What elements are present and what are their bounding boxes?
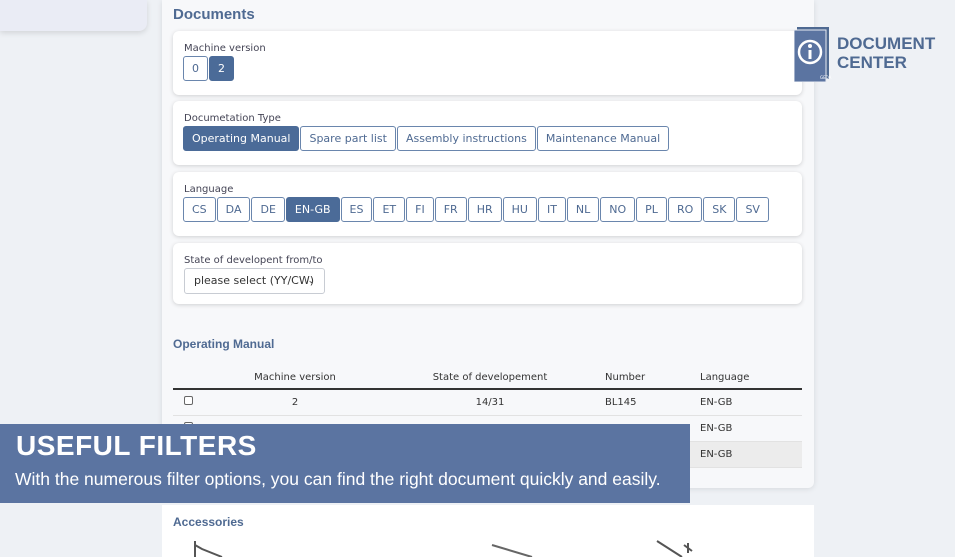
language-option-en-gb[interactable]: EN-GB: [285, 197, 340, 222]
machine-version-option-2[interactable]: 2: [209, 56, 234, 81]
info-book-icon: GEDA: [794, 27, 832, 82]
operating-manual-title: Operating Manual: [173, 337, 275, 351]
language-buttons: CS DA DE EN-GB ES ET FI FR HR HU IT NL NO PL RO SK SV: [183, 197, 769, 222]
table-header-select: [173, 366, 203, 390]
language-option-fi[interactable]: FI: [406, 197, 434, 222]
row-language: EN-GB: [692, 389, 802, 416]
state-select[interactable]: please select (YY/CW) ⌄: [184, 268, 325, 294]
logo-badge: GEDA: [820, 75, 832, 80]
document-center-logo: GEDA DOCUMENT CENTER: [794, 26, 936, 82]
language-option-da[interactable]: DA: [216, 197, 251, 222]
table-header-machine-version: Machine version: [203, 366, 387, 390]
language-option-cs[interactable]: CS: [183, 197, 216, 222]
machine-version-card: Machine version 02: [173, 31, 802, 95]
accessory-thumbnail-2[interactable]: [491, 544, 533, 557]
language-label: Language: [184, 184, 234, 195]
table-header-row: Machine version State of developement Nu…: [173, 366, 802, 390]
banner-title: USEFUL FILTERS: [16, 430, 257, 461]
state-card: State of developent from/to please selec…: [173, 243, 802, 304]
doc-type-option-operating-manual[interactable]: Operating Manual: [183, 126, 300, 151]
machine-version-label: Machine version: [184, 43, 266, 54]
state-label: State of developent from/to: [184, 255, 323, 266]
accessory-thumbnail-1[interactable]: [194, 541, 223, 557]
banner-text: With the numerous filter options, you ca…: [15, 469, 661, 489]
language-option-pl[interactable]: PL: [636, 197, 667, 222]
language-option-hr[interactable]: HR: [467, 197, 502, 222]
language-option-sv[interactable]: SV: [736, 197, 769, 222]
state-select-value: please select (YY/CW): [194, 274, 315, 287]
feature-banner: USEFUL FILTERS With the numerous filter …: [0, 424, 690, 503]
row-select-cell: [173, 389, 203, 416]
row-checkbox[interactable]: [183, 396, 193, 406]
doc-type-card: Documetation Type Operating Manual Spare …: [173, 101, 802, 165]
machine-version-option-0[interactable]: 0: [183, 56, 208, 81]
doc-type-option-assembly-instructions[interactable]: Assembly instructions: [396, 126, 536, 151]
table-header-state: State of developement: [387, 366, 593, 390]
row-machine-version: 2: [203, 389, 387, 416]
row-number: BL145: [593, 389, 692, 416]
accessories-panel: Accessories: [162, 505, 814, 557]
table-header-language: Language: [692, 366, 802, 390]
doc-type-option-spare-part-list[interactable]: Spare part list: [300, 126, 396, 151]
documents-panel: Documents Machine version 02 Documetatio…: [162, 0, 814, 488]
logo-line2: CENTER: [837, 53, 907, 72]
doc-type-buttons: Operating Manual Spare part list Assembly …: [183, 126, 670, 151]
accessories-thumbnails: [194, 540, 693, 557]
doc-type-label: Documetation Type: [184, 113, 281, 124]
accessory-thumbnail-3[interactable]: [656, 540, 693, 557]
table-row[interactable]: 2 14/31 BL145 EN-GB: [173, 389, 802, 416]
language-option-hu[interactable]: HU: [502, 197, 537, 222]
row-state: 14/31: [387, 389, 593, 416]
language-option-ro[interactable]: RO: [667, 197, 703, 222]
side-panel-card: [0, 0, 147, 31]
row-language: EN-GB: [692, 441, 802, 468]
language-option-nl[interactable]: NL: [566, 197, 600, 222]
logo-line1: DOCUMENT: [837, 34, 936, 53]
language-option-fr[interactable]: FR: [434, 197, 467, 222]
documents-title: Documents: [173, 6, 255, 23]
language-option-et[interactable]: ET: [373, 197, 406, 222]
table-header-number: Number: [593, 366, 692, 390]
language-card: Language CS DA DE EN-GB ES ET FI FR HR HU IT NL NO PL…: [173, 172, 802, 236]
language-option-it[interactable]: IT: [537, 197, 566, 222]
row-language: EN-GB: [692, 415, 802, 442]
chevron-down-icon: ⌄: [307, 276, 315, 286]
language-option-de[interactable]: DE: [251, 197, 285, 222]
machine-version-buttons: 02: [183, 56, 234, 81]
language-option-no[interactable]: NO: [600, 197, 636, 222]
language-option-es[interactable]: ES: [340, 197, 373, 222]
doc-type-option-maintenance-manual[interactable]: Maintenance Manual: [536, 126, 670, 151]
language-option-sk[interactable]: SK: [703, 197, 736, 222]
